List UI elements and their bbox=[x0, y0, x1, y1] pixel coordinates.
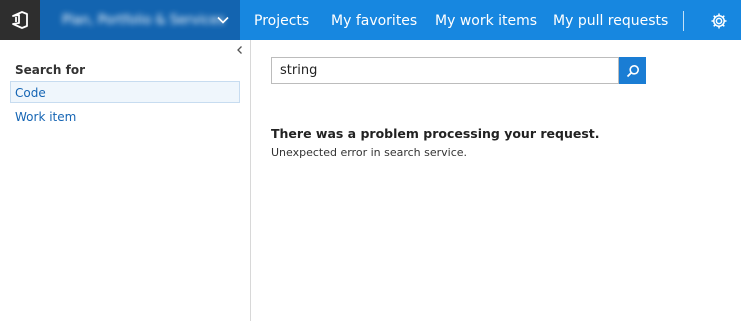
search-input[interactable] bbox=[271, 57, 619, 84]
nav-my-favorites[interactable]: My favorites bbox=[331, 0, 417, 40]
search-for-heading: Search for bbox=[15, 63, 86, 77]
nav-projects[interactable]: Projects bbox=[254, 0, 309, 40]
chevron-left-icon[interactable] bbox=[234, 44, 246, 56]
chevron-down-icon bbox=[217, 16, 229, 24]
project-name: Plan, Portfolio & Services bbox=[62, 12, 225, 28]
nav-my-pull-requests[interactable]: My pull requests bbox=[553, 0, 668, 40]
sidebar-item-work-item[interactable]: Work item bbox=[10, 106, 240, 128]
left-sidebar: Search for Code Work item bbox=[0, 40, 251, 321]
top-navigation-bar: Plan, Portfolio & Services Projects My f… bbox=[0, 0, 741, 40]
search-icon bbox=[626, 64, 639, 77]
error-title: There was a problem processing your requ… bbox=[271, 126, 600, 141]
sidebar-item-code[interactable]: Code bbox=[10, 81, 240, 103]
nav-my-work-items[interactable]: My work items bbox=[435, 0, 537, 40]
home-logo[interactable] bbox=[0, 0, 40, 40]
search-button[interactable] bbox=[619, 57, 646, 84]
gear-icon[interactable] bbox=[710, 12, 728, 30]
error-message: Unexpected error in search service. bbox=[271, 146, 468, 159]
vsts-logo-icon bbox=[12, 11, 28, 29]
project-selector[interactable]: Plan, Portfolio & Services bbox=[40, 0, 240, 40]
nav-divider bbox=[683, 11, 684, 31]
